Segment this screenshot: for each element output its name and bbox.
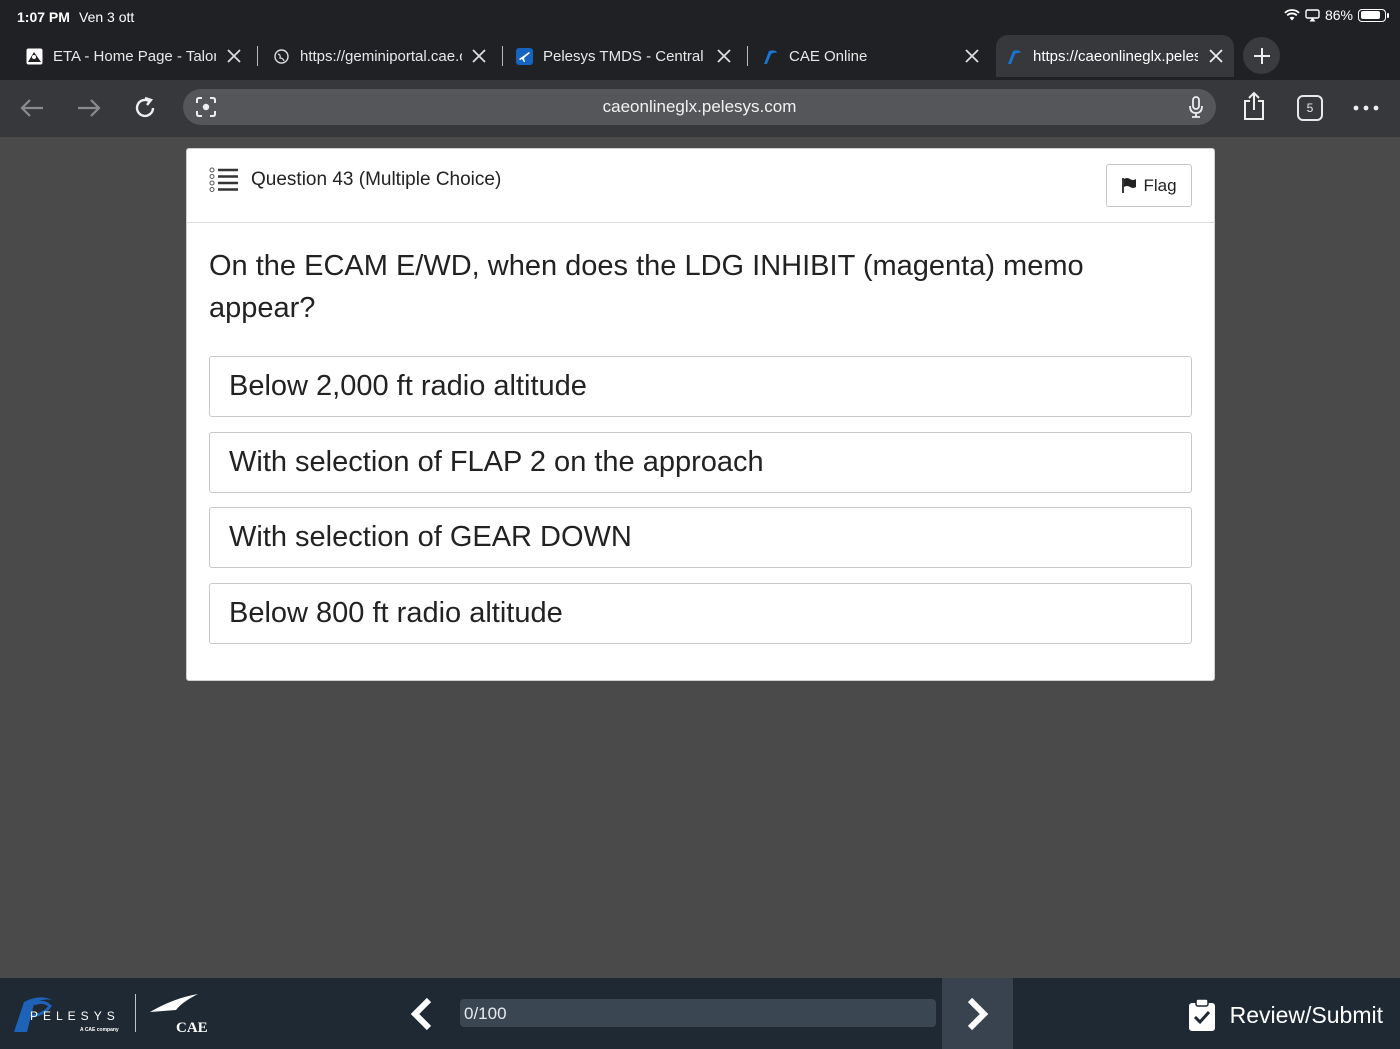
tab-title: https://geminiportal.cae.com <box>300 47 462 65</box>
address-bar[interactable]: caeonlineglx.pelesys.com <box>183 89 1216 125</box>
tab-close-icon[interactable] <box>469 46 489 66</box>
chevron-left-icon <box>410 997 432 1031</box>
tab-title: Pelesys TMDS - Central <box>543 47 703 65</box>
answer-option-2[interactable]: With selection of FLAP 2 on the approach <box>209 432 1192 493</box>
battery-percent: 86% <box>1324 7 1353 23</box>
globe-icon <box>273 48 290 65</box>
pelesys-favicon-icon <box>762 48 779 65</box>
browser-toolbar: caeonlineglx.pelesys.com 5 <box>0 80 1400 137</box>
clipboard-check-icon <box>1188 998 1215 1031</box>
pelesys-favicon-icon <box>1006 48 1023 65</box>
arrow-right-icon <box>78 99 101 117</box>
tab-caeonlineglx-active[interactable]: https://caeonlineglx.pelesys.com <box>996 35 1234 77</box>
answer-option-4[interactable]: Below 800 ft radio altitude <box>209 583 1192 644</box>
more-menu-button[interactable] <box>1351 93 1381 123</box>
flag-button[interactable]: Flag <box>1106 164 1192 207</box>
tab-close-icon[interactable] <box>224 46 244 66</box>
pelesys-logo: PELESYS A CAE company <box>14 997 120 1033</box>
status-bar: 1:07 PM Ven 3 ott 86% <box>0 0 1400 32</box>
tab-close-icon[interactable] <box>962 46 982 66</box>
next-question-button[interactable] <box>942 978 1013 1049</box>
reload-button[interactable] <box>130 93 160 123</box>
cae-wordmark: CAE <box>176 1020 208 1036</box>
screen-mirror-icon <box>1305 8 1320 21</box>
pelesys-wordmark: PELESYS <box>30 1009 120 1023</box>
question-header: Question 43 (Multiple Choice) Flag <box>187 149 1214 223</box>
review-submit-label: Review/Submit <box>1229 1001 1383 1028</box>
url-text: caeonlineglx.pelesys.com <box>602 97 797 116</box>
answer-option-1[interactable]: Below 2,000 ft radio altitude <box>209 356 1192 417</box>
pelesys-tagline: A CAE company <box>80 1027 119 1033</box>
microphone-icon[interactable] <box>1188 95 1204 119</box>
progress-bar: 0/100 <box>460 999 936 1027</box>
tab-close-icon[interactable] <box>714 46 734 66</box>
forward-button[interactable] <box>74 93 104 123</box>
review-submit-button[interactable]: Review/Submit <box>1188 995 1383 1035</box>
share-button[interactable] <box>1239 91 1269 121</box>
back-button[interactable] <box>17 93 47 123</box>
eta-favicon-icon <box>26 48 43 65</box>
tab-strip: ETA - Home Page - Talon https://geminipo… <box>0 35 1400 77</box>
arrow-left-icon <box>20 99 43 117</box>
airplane-icon <box>516 47 533 65</box>
flag-icon <box>1122 178 1137 193</box>
question-card: Question 43 (Multiple Choice) Flag On th… <box>186 148 1215 681</box>
exam-navigation-bar: PELESYS A CAE company CAE 0/100 Review/S… <box>0 978 1400 1049</box>
question-number-title: Question 43 (Multiple Choice) <box>251 169 502 190</box>
chevron-right-icon <box>967 997 988 1030</box>
flag-label: Flag <box>1143 175 1177 195</box>
progress-label: 0/100 <box>464 1004 507 1023</box>
more-dots-icon <box>1353 105 1379 111</box>
tab-cae-online[interactable]: CAE Online <box>762 35 982 77</box>
battery-icon <box>1358 8 1389 22</box>
status-time: 1:07 PM <box>17 9 70 25</box>
cae-logo: CAE <box>150 994 208 1036</box>
tab-geminiportal[interactable]: https://geminiportal.cae.com <box>273 35 503 77</box>
tab-eta-home[interactable]: ETA - Home Page - Talon <box>26 35 258 77</box>
answer-option-3[interactable]: With selection of GEAR DOWN <box>209 507 1192 568</box>
reload-icon <box>135 96 155 118</box>
tab-title: ETA - Home Page - Talon <box>53 47 216 65</box>
wifi-icon <box>1284 9 1300 21</box>
plus-icon <box>1253 47 1270 64</box>
share-icon <box>1244 91 1264 120</box>
tab-title: CAE Online <box>789 47 868 65</box>
tab-count-button[interactable]: 5 <box>1297 95 1323 121</box>
tab-title: https://caeonlineglx.pelesys.com <box>1033 47 1198 65</box>
tab-pelesys-tmds[interactable]: Pelesys TMDS - Central <box>516 35 748 77</box>
question-list-icon[interactable] <box>209 167 239 193</box>
previous-question-button[interactable] <box>400 992 442 1036</box>
logo-divider <box>135 994 136 1032</box>
question-text: On the ECAM E/WD, when does the LDG INHI… <box>209 250 1084 324</box>
browser-chrome: 1:07 PM Ven 3 ott 86% ETA - Home Page - … <box>0 0 1400 137</box>
status-date: Ven 3 ott <box>79 9 135 25</box>
tab-close-icon[interactable] <box>1206 46 1226 66</box>
new-tab-button[interactable] <box>1243 37 1280 74</box>
status-right: 86% <box>1284 7 1389 23</box>
